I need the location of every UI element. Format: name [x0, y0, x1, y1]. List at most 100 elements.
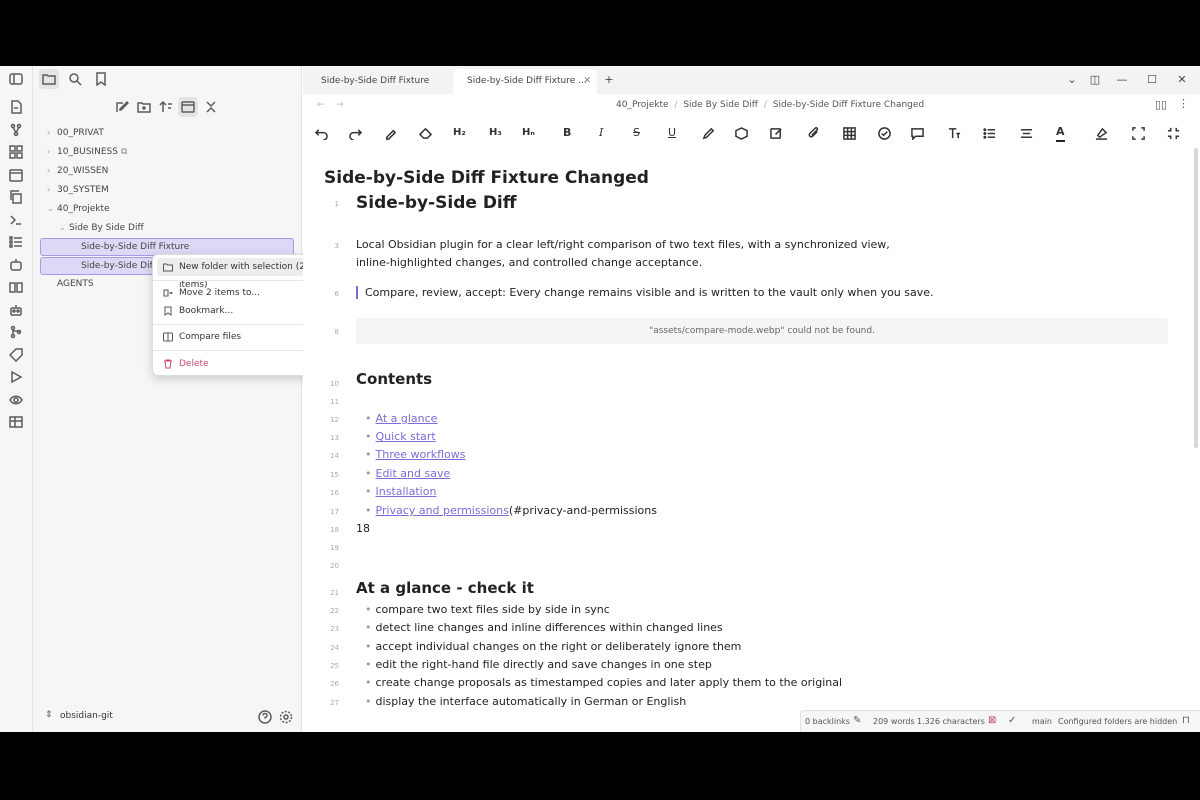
- canvas-icon[interactable]: [6, 142, 26, 162]
- tag-icon[interactable]: [6, 345, 26, 365]
- menu-item-move[interactable]: Move 2 items to...: [157, 284, 327, 302]
- new-folder-button[interactable]: [134, 97, 154, 117]
- new-note-icon[interactable]: [6, 97, 26, 117]
- help-icon[interactable]: [255, 707, 275, 727]
- tab-list-dropdown-icon[interactable]: ⌄: [1062, 70, 1082, 90]
- scrollbar[interactable]: [1194, 148, 1198, 448]
- format-painter-icon[interactable]: [384, 124, 397, 142]
- strikethrough-button[interactable]: S: [633, 124, 640, 142]
- menu-item-delete[interactable]: Delete: [157, 355, 327, 373]
- backlinks-count[interactable]: 0 backlinks: [805, 717, 850, 726]
- vault-switcher-icon[interactable]: ⇕: [45, 710, 53, 720]
- hidden-folders-status[interactable]: Configured folders are hidden: [1058, 717, 1177, 726]
- list-item: • Privacy and permissions(#privacy-and-pe…: [365, 504, 657, 517]
- tab-fixture-changed[interactable]: Side-by-Side Diff Fixture ... ✕: [453, 69, 597, 94]
- line-number: 23: [330, 625, 339, 633]
- line-number: 25: [330, 662, 339, 670]
- check-icon[interactable]: ✓: [1008, 715, 1016, 726]
- calendar-icon[interactable]: [6, 165, 26, 185]
- new-note-button[interactable]: [112, 97, 132, 117]
- bookmark-icon[interactable]: [91, 69, 111, 89]
- eye-icon[interactable]: [6, 390, 26, 410]
- text-size-icon[interactable]: [948, 124, 961, 142]
- font-color-icon[interactable]: A: [1056, 124, 1065, 142]
- edit-icon[interactable]: [770, 124, 783, 142]
- right-sidebar-toggle-icon[interactable]: ◫: [1085, 70, 1105, 90]
- align-icon[interactable]: [1020, 124, 1033, 142]
- tree-folder[interactable]: › 20_WISSEN: [47, 162, 108, 180]
- more-options-icon[interactable]: ⋮: [1178, 97, 1189, 110]
- callout-icon[interactable]: [911, 124, 924, 142]
- collapse-icon[interactable]: [1167, 124, 1180, 142]
- underline-button[interactable]: U: [668, 124, 676, 142]
- sync-disabled-icon[interactable]: ⊠: [988, 715, 996, 726]
- git-icon[interactable]: [6, 322, 26, 342]
- tree-folder[interactable]: ⌄ 40_Projekte: [47, 200, 110, 218]
- minimize-button[interactable]: —: [1112, 70, 1132, 90]
- list-icon[interactable]: [6, 232, 26, 252]
- robot-icon[interactable]: [6, 300, 26, 320]
- close-window-button[interactable]: ✕: [1172, 70, 1192, 90]
- list-item: • Installation: [365, 485, 437, 498]
- line-number: 26: [330, 680, 339, 688]
- bold-button[interactable]: B: [563, 124, 571, 142]
- line-number: 24: [330, 644, 339, 652]
- tree-file[interactable]: AGENTS: [57, 275, 94, 293]
- tree-folder[interactable]: › 10_BUSINESS ⧉: [47, 143, 127, 161]
- code-block-icon[interactable]: [735, 124, 748, 142]
- lock-icon[interactable]: ⊓: [1182, 715, 1190, 726]
- close-tab-icon[interactable]: ✕: [583, 69, 591, 94]
- heading-3-button[interactable]: H₃: [489, 124, 502, 142]
- sidebar-toggle-icon[interactable]: [6, 69, 26, 89]
- graph-icon[interactable]: [6, 120, 26, 140]
- terminal-icon[interactable]: [6, 210, 26, 230]
- vault-name[interactable]: obsidian-git: [60, 711, 113, 721]
- book-icon[interactable]: [6, 277, 26, 297]
- settings-gear-icon[interactable]: [276, 707, 296, 727]
- forward-arrow-icon[interactable]: →: [336, 100, 344, 110]
- table-icon[interactable]: [6, 412, 26, 432]
- tree-folder[interactable]: ⌄ Side By Side Diff: [59, 219, 144, 237]
- list-format-icon[interactable]: [983, 124, 996, 142]
- redo-icon[interactable]: [349, 124, 363, 142]
- ribbon: [0, 66, 33, 732]
- copy-icon[interactable]: [6, 187, 26, 207]
- menu-item-new-folder-with-selection[interactable]: New folder with selection (2 items): [157, 258, 327, 290]
- collapse-all-button[interactable]: [201, 97, 221, 117]
- search-icon[interactable]: [65, 69, 85, 89]
- auto-reveal-button[interactable]: [178, 97, 198, 117]
- heading-n-button[interactable]: Hₙ: [522, 124, 535, 142]
- bot-icon[interactable]: [6, 255, 26, 275]
- sort-button[interactable]: [156, 97, 176, 117]
- pencil-icon[interactable]: ✎: [853, 715, 861, 726]
- highlight-icon[interactable]: [702, 124, 715, 142]
- tree-folder[interactable]: › 00_PRIVAT: [47, 124, 104, 142]
- folder-plus-icon: [163, 263, 173, 272]
- status-bar: 0 backlinks ✎ 209 words 1.326 characters…: [800, 710, 1200, 732]
- tab-fixture[interactable]: Side-by-Side Diff Fixture: [307, 69, 451, 94]
- fullscreen-icon[interactable]: [1132, 124, 1145, 142]
- new-tab-button[interactable]: +: [599, 70, 619, 90]
- tree-folder[interactable]: › 30_SYSTEM: [47, 181, 109, 199]
- play-icon[interactable]: [6, 367, 26, 387]
- undo-icon[interactable]: [314, 124, 328, 142]
- background-color-icon[interactable]: [1095, 124, 1108, 142]
- attachment-icon[interactable]: [808, 124, 821, 142]
- checkbox-icon[interactable]: [878, 124, 891, 142]
- menu-item-bookmark[interactable]: Bookmark...: [157, 302, 327, 320]
- heading-2-button[interactable]: H₂: [453, 124, 466, 142]
- maximize-button[interactable]: ☐: [1142, 70, 1162, 90]
- back-arrow-icon[interactable]: ←: [317, 100, 325, 110]
- git-branch[interactable]: main: [1032, 717, 1052, 726]
- eraser-icon[interactable]: [418, 124, 433, 142]
- editor-content[interactable]: Side-by-Side Diff Fixture Changed 1 Side…: [303, 148, 1193, 718]
- missing-embed: "assets/compare-mode.webp" could not be …: [356, 318, 1168, 344]
- folder-icon[interactable]: [39, 69, 59, 89]
- reading-view-icon[interactable]: ▯▯: [1155, 98, 1167, 111]
- inline-title[interactable]: Side-by-Side Diff Fixture Changed: [324, 168, 649, 188]
- table-insert-icon[interactable]: [843, 124, 856, 142]
- menu-item-compare-files[interactable]: Compare files: [157, 328, 327, 346]
- italic-button[interactable]: I: [599, 124, 603, 142]
- line-number: 16: [330, 489, 339, 497]
- line-number: 14: [330, 452, 339, 460]
